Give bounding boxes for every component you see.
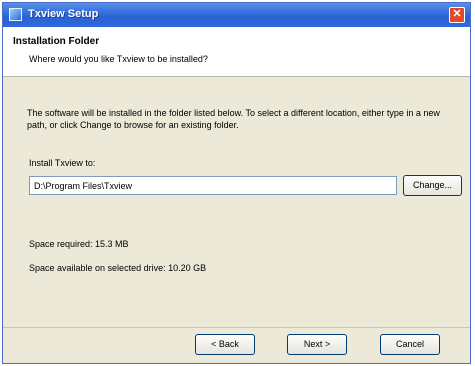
next-button[interactable]: Next > (287, 334, 347, 355)
cancel-button[interactable]: Cancel (380, 334, 440, 355)
page-title: Installation Folder (13, 36, 100, 47)
space-required-text: Space required: 15.3 MB (29, 239, 129, 249)
space-available-text: Space available on selected drive: 10.20… (29, 263, 207, 273)
header-panel: Installation Folder Where would you like… (3, 27, 470, 77)
back-button[interactable]: < Back (195, 334, 255, 355)
change-button[interactable]: Change... (403, 175, 462, 196)
close-icon[interactable]: ✕ (449, 7, 465, 23)
setup-window: Txview Setup ✕ Installation Folder Where… (3, 3, 470, 363)
window-title: Txview Setup (28, 8, 99, 20)
page-subtitle: Where would you like Txview to be instal… (29, 54, 208, 64)
install-path-label: Install Txview to: (29, 158, 96, 168)
footer-divider (3, 327, 470, 328)
description-text: The software will be installed in the fo… (27, 108, 440, 130)
install-path-input[interactable] (29, 176, 397, 195)
setup-app-icon (9, 8, 22, 21)
title-bar[interactable]: Txview Setup ✕ (3, 3, 470, 27)
